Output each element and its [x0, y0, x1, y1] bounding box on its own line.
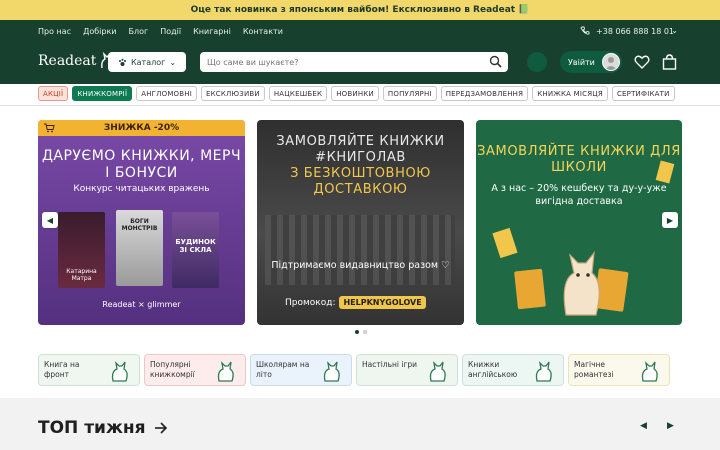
- tile-label: Магічне романтезі: [574, 360, 614, 379]
- chevron-right-icon: ▶: [666, 215, 674, 225]
- shopping-bag-illustration: [514, 268, 546, 310]
- chip-exclusives[interactable]: ЕКСКЛЮЗИВИ: [201, 86, 265, 101]
- catalog-button[interactable]: Каталог ⌄: [108, 52, 186, 72]
- slide-subtitle: Підтримаємо видавництво разом ♡: [271, 260, 450, 271]
- bag-icon[interactable]: [662, 54, 677, 70]
- discount-badge-text: ЗНИЖКА -20%: [103, 123, 180, 133]
- book-cover: Катарина Матра: [58, 212, 105, 288]
- promo-code-row: Промокод: HELPKNYGOLOVE: [285, 296, 426, 309]
- phone-number[interactable]: +38 066 888 18 01: [580, 20, 674, 42]
- tile-label: Школярам на літо: [256, 360, 310, 379]
- chip-new[interactable]: НОВИНКИ: [331, 86, 379, 101]
- promo-banner-text: Оце так новинка з японським вайбом! Екск…: [190, 5, 530, 15]
- nav-link-blog[interactable]: Блог: [128, 27, 148, 36]
- promo-code[interactable]: HELPKNYGOLOVE: [339, 296, 426, 309]
- cat-mascot-icon: [535, 361, 552, 382]
- slider-dots: [355, 330, 367, 334]
- site-logo[interactable]: Readeat: [38, 52, 115, 70]
- slide-title-accent: З БЕЗКОШТОВНОЮ ДОСТАВКОЮ: [290, 166, 431, 197]
- book-title: БОГИ МОНСТРІВ: [121, 218, 158, 232]
- cat-mascot-icon: [217, 361, 234, 382]
- promo-banner[interactable]: Оце так новинка з японським вайбом! Екск…: [0, 0, 720, 20]
- tile-label: Популярні книжкомрії: [150, 360, 195, 379]
- nav-link-about[interactable]: Про нас: [38, 27, 71, 36]
- nav-link-collections[interactable]: Добірки: [83, 27, 116, 36]
- book-illustration: [492, 227, 518, 259]
- slide-title: ЗАМОВЛЯЙТЕ КНИЖКИ ДЛЯ ШКОЛИ: [477, 144, 681, 175]
- tile-label: Настільні ігри: [362, 360, 418, 369]
- chip-certificates[interactable]: СЕРТИФІКАТИ: [611, 86, 675, 101]
- section-title[interactable]: ТОП тижня: [38, 418, 168, 438]
- promo-code-label: Промокод:: [285, 297, 336, 308]
- book-title: БУДИНОК ЗІ СКЛА: [175, 238, 216, 254]
- nav-link-events[interactable]: Події: [160, 27, 181, 36]
- top-prev-button[interactable]: ◀: [640, 421, 647, 431]
- heart-icon[interactable]: [634, 54, 650, 70]
- cat-mascot-icon: [111, 361, 128, 382]
- slider-prev-button[interactable]: ◀: [42, 212, 58, 228]
- phone-number-text: +38 066 888 18 01: [596, 26, 674, 36]
- chip-popular[interactable]: ПОПУЛЯРНІ: [382, 86, 437, 101]
- divider: [0, 105, 720, 106]
- chip-natscashback[interactable]: НАЦКЕШБЕК: [268, 86, 328, 101]
- tile-label: Книга на фронт: [44, 360, 80, 379]
- search-bar[interactable]: [200, 52, 508, 72]
- arrow-right-icon: [154, 422, 167, 434]
- chip-sale[interactable]: АКЦІЇ: [38, 86, 69, 101]
- chip-preorder[interactable]: ПЕРЕДЗАМОВЛЕННЯ: [440, 86, 529, 101]
- top-navigation: Про нас Добірки Блог Події Книгарні Конт…: [0, 20, 720, 42]
- banner-slide-free-delivery[interactable]: ЗАМОВЛЯЙТЕ КНИЖКИ #КНИГОЛАВ З БЕЗКОШТОВН…: [257, 120, 464, 325]
- cat-mascot-icon: [323, 361, 340, 382]
- banner-slide-contest[interactable]: ЗНИЖКА -20% ДАРУЄМО КНИЖКИ, МЕРЧ І БОНУС…: [38, 120, 245, 325]
- slide-brand: Readeat × glimmer: [102, 300, 181, 309]
- nav-link-contacts[interactable]: Контакти: [243, 27, 283, 36]
- login-button[interactable]: Увійти: [560, 51, 622, 73]
- section-title-text: ТОП тижня: [38, 418, 146, 438]
- search-input[interactable]: [207, 56, 477, 68]
- chevron-left-icon: ◀: [46, 215, 54, 225]
- slide-title: ЗАМОВЛЯЙТЕ КНИЖКИ #КНИГОЛАВ: [276, 134, 445, 165]
- chip-english[interactable]: АНГЛОМОВНІ: [136, 86, 197, 101]
- chevron-down-icon[interactable]: ⌄: [671, 26, 678, 35]
- tile-label: Книжки англійською: [468, 360, 518, 379]
- collection-tile-romantasy[interactable]: Магічне романтезі: [568, 354, 670, 386]
- paw-icon: [118, 58, 126, 66]
- collection-tiles: Книга на фронт Популярні книжкомрії Школ…: [38, 354, 670, 386]
- catalog-label: Каталог: [130, 57, 166, 67]
- slide-subtitle: А з нас – 20% кешбеку та ду-у-уже вигідн…: [491, 183, 667, 207]
- login-label: Увійти: [568, 57, 595, 67]
- collection-tile-school[interactable]: Школярам на літо: [250, 354, 352, 386]
- cat-mascot-illustration: [563, 251, 600, 316]
- slider-dot[interactable]: [363, 330, 367, 334]
- category-chips: АКЦІЇ КНИЖКОМРІЇ АНГЛОМОВНІ ЕКСКЛЮЗИВИ Н…: [38, 86, 675, 102]
- chip-book-of-month[interactable]: КНИЖКА МІСЯЦЯ: [532, 86, 608, 101]
- phone-icon: [580, 26, 590, 35]
- building-image: [265, 215, 455, 285]
- cat-mascot-icon: [641, 361, 658, 382]
- collection-tile-board-games[interactable]: Настільні ігри: [356, 354, 458, 386]
- theme-toggle-button[interactable]: [527, 52, 547, 72]
- slide-subtitle: Конкурс читацьких вражень: [73, 184, 210, 194]
- collection-tile-front[interactable]: Книга на фронт: [38, 354, 140, 386]
- search-icon[interactable]: [489, 55, 502, 68]
- collection-tile-popular[interactable]: Популярні книжкомрії: [144, 354, 246, 386]
- collection-tile-english[interactable]: Книжки англійською: [462, 354, 564, 386]
- cat-mascot-icon: [429, 361, 446, 382]
- slider-dot[interactable]: [355, 330, 359, 334]
- avatar: [602, 53, 620, 71]
- book-title: Катарина Матра: [66, 268, 97, 282]
- top-next-button[interactable]: ▶: [667, 421, 674, 431]
- book-cover: БОГИ МОНСТРІВ: [116, 210, 163, 286]
- cart-icon: [44, 123, 55, 133]
- chevron-down-icon: ⌄: [169, 57, 177, 67]
- banner-slide-school-books[interactable]: ЗАМОВЛЯЙТЕ КНИЖКИ ДЛЯ ШКОЛИ А з нас – 20…: [476, 120, 682, 325]
- discount-badge: ЗНИЖКА -20%: [38, 120, 245, 136]
- logo-text: Readeat: [38, 53, 97, 69]
- nav-link-bookstores[interactable]: Книгарні: [193, 27, 231, 36]
- slider-next-button[interactable]: ▶: [662, 212, 678, 228]
- user-icon: [605, 57, 617, 70]
- slide-title: ДАРУЄМО КНИЖКИ, МЕРЧ І БОНУСИ: [41, 148, 242, 181]
- chip-knyzhkomrii[interactable]: КНИЖКОМРІЇ: [72, 86, 133, 101]
- book-cover: БУДИНОК ЗІ СКЛА: [172, 212, 219, 288]
